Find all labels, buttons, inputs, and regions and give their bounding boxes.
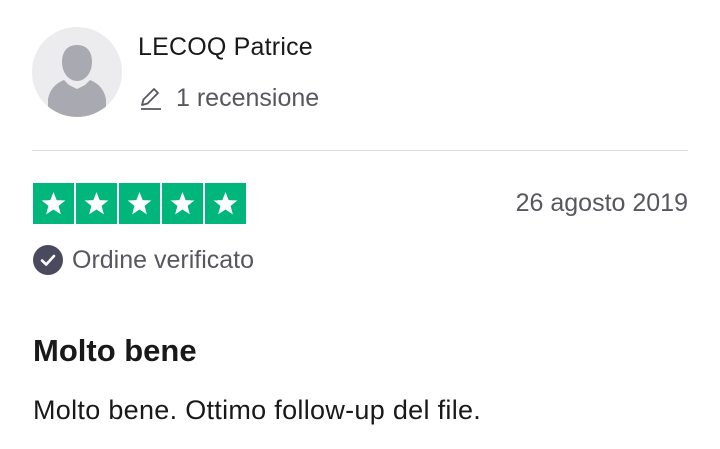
star-rating <box>33 183 246 224</box>
star-icon <box>205 183 246 224</box>
pencil-icon <box>138 85 164 111</box>
divider <box>32 150 688 151</box>
user-silhouette-icon <box>32 27 122 117</box>
verified-order-badge: Ordine verificato <box>32 243 254 277</box>
review-date: 26 agosto 2019 <box>515 189 688 217</box>
avatar[interactable] <box>32 27 122 117</box>
star-icon <box>162 183 203 224</box>
star-icon <box>76 183 117 224</box>
review-count[interactable]: 1 recensione <box>138 80 319 116</box>
verified-label: Ordine verificato <box>72 245 255 274</box>
review-text: Molto bene. Ottimo follow-up del file. <box>33 395 482 425</box>
star-icon <box>33 183 74 224</box>
review-title[interactable]: Molto bene <box>33 331 197 371</box>
review-count-label: 1 recensione <box>176 83 320 112</box>
review-card: LECOQ Patrice 1 recensione 26 agosto 201… <box>0 0 720 449</box>
author-name[interactable]: LECOQ Patrice <box>138 30 313 64</box>
check-circle-icon <box>32 244 64 276</box>
star-icon <box>119 183 160 224</box>
